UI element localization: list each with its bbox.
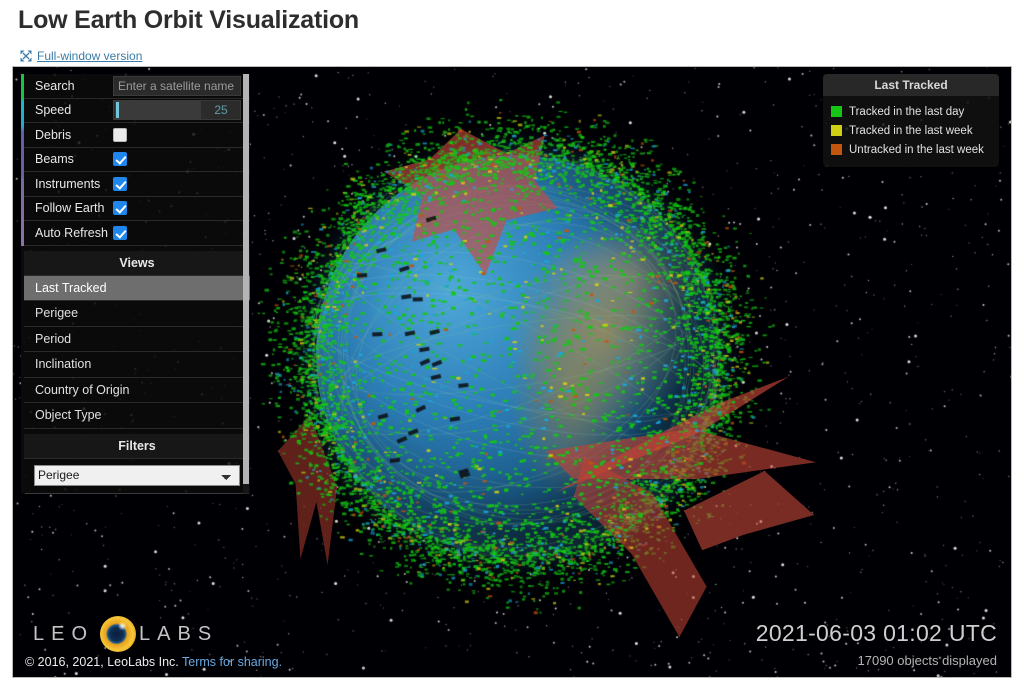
control-row-auto-refresh: Auto Refresh: [24, 221, 250, 246]
speed-slider-thumb[interactable]: [115, 102, 119, 119]
control-row-beams: Beams: [24, 148, 250, 172]
satellite-debris-foreground: [256, 95, 776, 615]
copyright-line: © 2016, 2021, LeoLabs Inc. Terms for sha…: [23, 655, 282, 669]
legend-entry-label: Untracked in the last week: [849, 143, 984, 156]
leolabs-page: Low Earth Orbit Visualization Full-windo…: [0, 0, 1024, 690]
checkbox-beams[interactable]: [113, 152, 127, 167]
leolabs-logo: LEO LABS: [23, 613, 282, 655]
control-panel-scrollbar[interactable]: [243, 74, 249, 494]
speed-slider[interactable]: [115, 101, 201, 120]
view-item-last-tracked[interactable]: Last Tracked: [24, 275, 250, 301]
control-label: Debris: [35, 127, 72, 142]
legend-color-swatch: [831, 144, 842, 155]
expand-arrows-icon: [20, 50, 32, 62]
legend-title: Last Tracked: [823, 74, 999, 96]
object-count-status: 17090 objects displayed: [857, 653, 998, 668]
legend-entry: Tracked in the last week: [831, 121, 991, 140]
checkbox-auto-refresh[interactable]: [113, 225, 127, 240]
visualization-canvas[interactable]: Last Tracked Tracked in the last day Trac…: [12, 66, 1012, 678]
legend-entry: Untracked in the last week: [831, 140, 991, 159]
control-label: Speed: [35, 103, 72, 118]
control-panel-scroll-area[interactable]: Search Speed 25 Debris Beams Instruments Follo…: [24, 74, 250, 494]
control-label: Instruments: [35, 176, 101, 191]
control-panel[interactable]: Search Speed 25 Debris Beams Instruments Follo…: [21, 74, 250, 494]
legend-entry-label: Tracked in the last day: [849, 105, 965, 118]
logo-word-labs: LABS: [139, 622, 219, 645]
control-row-search: Search: [24, 74, 250, 99]
fullwindow-version-label: Full-window version: [37, 49, 143, 63]
hide-menu-button[interactable]: Hide Menu: [25, 492, 249, 494]
control-label: Search: [35, 78, 75, 93]
legend-color-swatch: [831, 125, 842, 136]
view-item-period[interactable]: Period: [24, 327, 250, 352]
legend-entry: Tracked in the last day: [831, 102, 991, 121]
view-item-perigee[interactable]: Perigee: [24, 301, 250, 327]
view-item-inclination[interactable]: Inclination: [24, 352, 250, 378]
checkbox-follow-earth[interactable]: [113, 201, 127, 216]
fullwindow-version-link[interactable]: Full-window version: [20, 49, 142, 63]
copyright-text: © 2016, 2021, LeoLabs Inc.: [25, 655, 179, 669]
view-item-country-of-origin[interactable]: Country of Origin: [24, 378, 250, 403]
checkbox-instruments[interactable]: [113, 176, 127, 191]
leolabs-orb-icon: [100, 616, 137, 652]
legend-color-swatch: [831, 106, 842, 117]
control-label: Beams: [35, 152, 74, 167]
control-row-debris: Debris: [24, 123, 250, 148]
filters-section-header: Filters: [24, 433, 250, 459]
search-input[interactable]: [113, 75, 241, 96]
control-label: Follow Earth: [35, 201, 105, 216]
controls-list: Search Speed 25 Debris Beams Instruments Follo…: [24, 74, 250, 246]
control-panel-scrollbar-thumb[interactable]: [243, 74, 249, 484]
brand-block: LEO LABS © 2016, 2021, LeoLabs Inc. Term…: [23, 613, 282, 669]
filter-select-wrapper: PerigeePeriodInclinationCountry of Origi…: [24, 459, 250, 493]
control-label: Auto Refresh: [35, 225, 108, 240]
control-row-speed: Speed 25: [24, 99, 250, 123]
control-row-follow-earth: Follow Earth: [24, 197, 250, 221]
earth-globe-scene[interactable]: [256, 95, 816, 637]
view-item-object-type[interactable]: Object Type: [24, 403, 250, 429]
legend-entry-list: Tracked in the last day Tracked in the la…: [823, 96, 999, 167]
views-section-header: Views: [24, 250, 250, 276]
logo-word-leo: LEO: [33, 622, 95, 645]
legend-entry-label: Tracked in the last week: [849, 124, 973, 137]
speed-control-group: 25: [113, 100, 241, 121]
filter-select[interactable]: PerigeePeriodInclinationCountry of Origi…: [34, 464, 240, 486]
checkbox-debris[interactable]: [113, 127, 127, 142]
speed-value: 25: [214, 103, 228, 118]
page-title: Low Earth Orbit Visualization: [18, 6, 360, 34]
legend-panel: Last Tracked Tracked in the last day Trac…: [823, 74, 999, 167]
terms-for-sharing-link[interactable]: Terms for sharing.: [182, 655, 282, 669]
control-row-instruments: Instruments: [24, 172, 250, 197]
utc-timestamp: 2021-06-03 01:02 UTC: [755, 620, 997, 646]
views-list: Last Tracked Perigee Period Inclination Coun…: [24, 275, 250, 429]
